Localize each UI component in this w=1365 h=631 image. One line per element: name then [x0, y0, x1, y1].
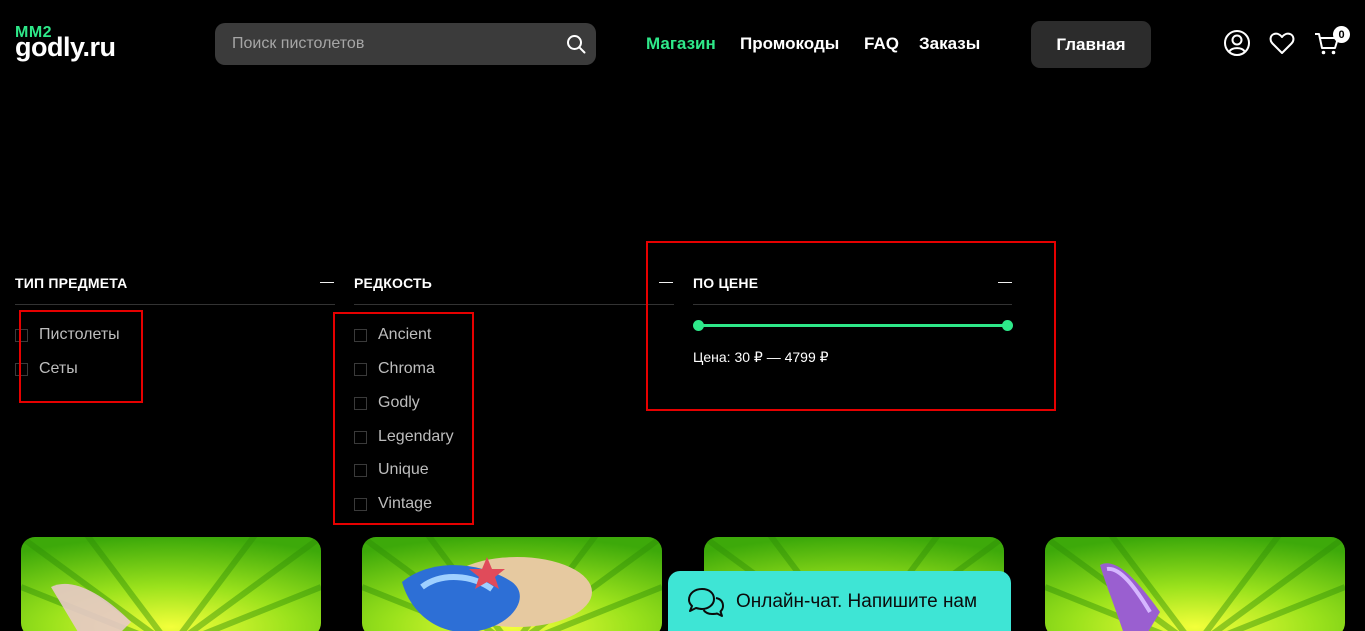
chat-bubbles-icon — [688, 588, 724, 617]
product-card[interactable] — [21, 537, 321, 631]
filter-type-divider — [15, 304, 335, 305]
filter-rarity-title: РЕДКОСТЬ — [354, 275, 433, 291]
highlight-box-type — [19, 310, 143, 403]
product-image — [21, 537, 321, 631]
nav-faq[interactable]: FAQ — [864, 34, 899, 54]
online-chat-widget[interactable]: Онлайн-чат. Напишите нам — [668, 571, 1011, 631]
filter-rarity-divider — [354, 304, 674, 305]
product-card[interactable] — [362, 537, 662, 631]
user-icon[interactable] — [1223, 29, 1251, 57]
logo-text: godly.ru — [15, 32, 116, 62]
filter-type-title: ТИП ПРЕДМЕТА — [15, 275, 128, 291]
nav-promocodes[interactable]: Промокоды — [740, 34, 839, 54]
product-image — [1045, 537, 1345, 631]
search-icon[interactable] — [566, 34, 586, 54]
nav-shop[interactable]: Магазин — [646, 34, 716, 54]
product-card[interactable] — [1045, 537, 1345, 631]
search-input[interactable] — [215, 23, 555, 65]
site-logo[interactable]: MM2 godly.ru — [15, 25, 130, 62]
home-button[interactable]: Главная — [1031, 21, 1151, 68]
product-image — [362, 537, 662, 631]
highlight-box-rarity — [333, 312, 474, 525]
heart-icon[interactable] — [1268, 29, 1296, 57]
nav-orders[interactable]: Заказы — [919, 34, 980, 54]
chat-label: Онлайн-чат. Напишите нам — [736, 591, 978, 612]
highlight-box-price — [646, 241, 1056, 411]
filter-type-toggle[interactable]: — — [320, 273, 334, 289]
cart-count-badge: 0 — [1333, 26, 1350, 43]
search-bar[interactable] — [215, 23, 596, 65]
